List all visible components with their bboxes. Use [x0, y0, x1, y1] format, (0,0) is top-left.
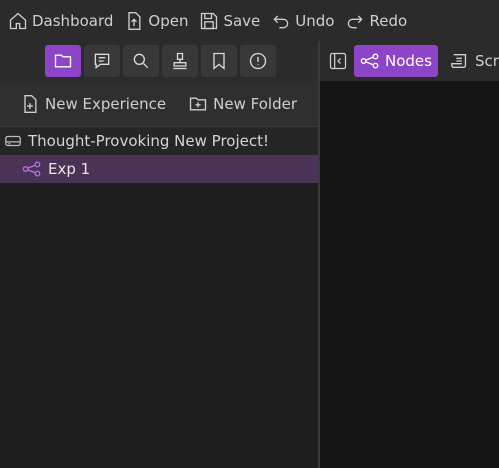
tab-issues[interactable]	[240, 45, 276, 77]
new-folder-button[interactable]: New Folder	[188, 94, 297, 114]
alert-icon	[249, 52, 267, 70]
tab-search[interactable]	[123, 45, 159, 77]
editor-panel: Nodes Scri	[320, 41, 499, 468]
sidebar-icon-tabs	[0, 41, 318, 81]
node-graph-icon	[360, 53, 379, 69]
tab-stamp[interactable]	[162, 45, 198, 77]
tab-script[interactable]: Scri	[444, 45, 499, 77]
comments-icon	[94, 53, 110, 70]
project-name: Thought-Provoking New Project!	[28, 132, 269, 150]
node-graph-icon	[22, 161, 41, 177]
floppy-disk-icon	[201, 12, 218, 29]
redo-icon	[348, 15, 364, 28]
save-button[interactable]: Save	[199, 6, 260, 36]
undo-icon	[273, 15, 289, 28]
sidebar-collapse-icon	[329, 52, 347, 70]
left-panel: New Experience New Folder Thought-Provok…	[0, 41, 318, 468]
tab-comments[interactable]	[84, 45, 120, 77]
redo-button[interactable]: Redo	[345, 6, 407, 36]
hard-drive-icon	[5, 135, 21, 147]
editor-tabs: Nodes Scri	[320, 41, 499, 81]
file-upload-icon	[128, 11, 141, 30]
file-plus-icon	[24, 94, 37, 113]
home-icon	[9, 12, 27, 29]
dashboard-label: Dashboard	[32, 11, 114, 30]
bookmark-icon	[213, 52, 225, 70]
top-toolbar: Dashboard Open Save Undo Redo	[0, 0, 499, 41]
sidebar-actions: New Experience New Folder	[0, 81, 318, 127]
tab-files[interactable]	[45, 45, 81, 77]
open-label: Open	[148, 11, 189, 30]
project-tree-root[interactable]: Thought-Provoking New Project!	[0, 127, 318, 155]
save-label: Save	[223, 11, 261, 30]
new-experience-button[interactable]: New Experience	[20, 94, 166, 114]
tree-item-exp-1[interactable]: Exp 1	[0, 155, 318, 183]
collapse-sidebar-button[interactable]	[328, 49, 348, 73]
script-icon	[451, 53, 467, 69]
tree-item-label: Exp 1	[48, 160, 91, 178]
folder-plus-icon	[189, 97, 207, 110]
stamp-icon	[173, 52, 187, 70]
node-canvas[interactable]	[320, 81, 499, 468]
undo-label: Undo	[295, 11, 335, 30]
redo-label: Redo	[369, 11, 408, 30]
new-folder-label: New Folder	[213, 94, 297, 113]
undo-button[interactable]: Undo	[271, 6, 334, 36]
tab-script-label: Scri	[474, 52, 499, 70]
new-experience-label: New Experience	[45, 94, 167, 113]
folder-icon	[54, 54, 72, 68]
tab-nodes[interactable]: Nodes	[354, 45, 438, 77]
open-button[interactable]: Open	[124, 6, 188, 36]
dashboard-button[interactable]: Dashboard	[8, 6, 113, 36]
search-icon	[133, 53, 149, 69]
tab-bookmarks[interactable]	[201, 45, 237, 77]
tab-nodes-label: Nodes	[385, 52, 432, 70]
